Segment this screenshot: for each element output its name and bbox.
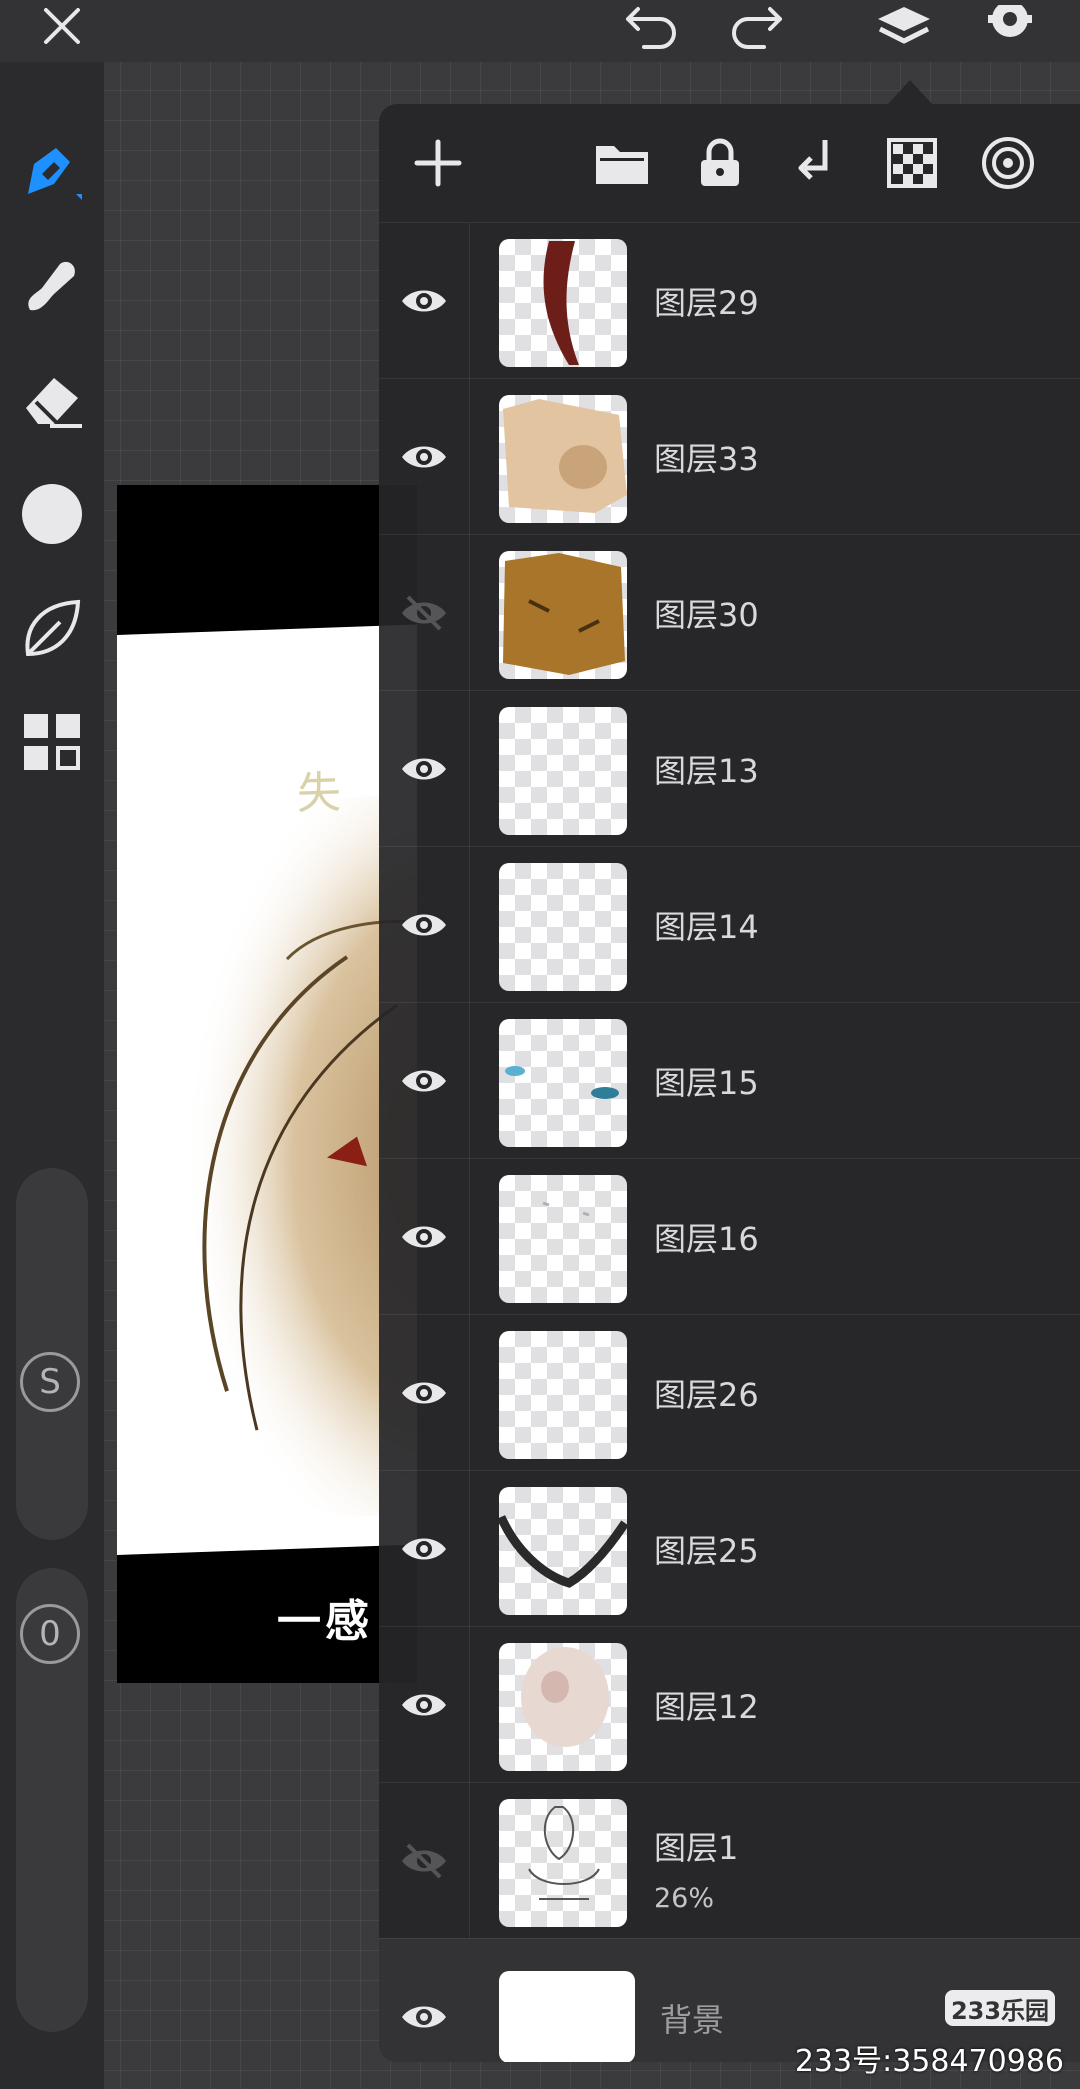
eye-icon[interactable] — [379, 379, 470, 535]
eye-icon[interactable] — [379, 223, 470, 379]
gear-icon[interactable] — [980, 0, 1040, 60]
eraser-icon[interactable] — [20, 368, 84, 432]
lock-icon[interactable] — [687, 130, 753, 196]
layer-thumbnail — [499, 1799, 627, 1927]
eye-icon[interactable] — [379, 847, 470, 1003]
layer-row[interactable]: 图层14 — [379, 846, 1080, 1003]
layer-row[interactable]: 图层30 — [379, 534, 1080, 691]
layer-thumbnail — [499, 1971, 635, 2062]
eye-icon[interactable] — [379, 1627, 470, 1783]
layer-name: 图层26 — [654, 1376, 759, 1414]
layer-name: 图层33 — [654, 440, 759, 478]
layers-panel-pointer — [888, 80, 932, 104]
layer-name: 图层16 — [654, 1220, 759, 1258]
layer-opacity: 26% — [654, 1883, 715, 1914]
layer-name: 背景 — [660, 2001, 725, 2039]
pen-icon[interactable] — [20, 142, 84, 206]
eye-icon[interactable] — [379, 1939, 469, 2062]
layer-thumbnail — [499, 551, 627, 679]
layer-thumbnail — [499, 863, 627, 991]
artwork-paper: 失 — [117, 623, 417, 1555]
smudge-icon[interactable] — [20, 254, 84, 318]
layer-row[interactable]: 图层16 — [379, 1158, 1080, 1315]
eye-hidden-icon[interactable] — [379, 535, 470, 691]
watermark-id: 233号:358470986 — [794, 2044, 1064, 2079]
layer-row[interactable]: 图层13 — [379, 690, 1080, 847]
brush-opacity-badge[interactable]: 0 — [20, 1604, 80, 1664]
layer-name: 图层15 — [654, 1064, 759, 1102]
layer-thumbnail — [499, 1487, 627, 1615]
target-icon[interactable] — [975, 130, 1041, 196]
layer-thumbnail — [499, 1019, 627, 1147]
layer-name: 图层29 — [654, 284, 759, 322]
layer-thumbnail — [499, 395, 627, 523]
layer-name: 图层12 — [654, 1688, 759, 1726]
eye-icon[interactable] — [379, 1471, 470, 1627]
layer-thumbnail — [499, 1643, 627, 1771]
merge-down-icon[interactable] — [783, 130, 849, 196]
brush-size-badge[interactable]: S — [20, 1352, 80, 1412]
layer-name: 图层25 — [654, 1532, 759, 1570]
artwork-canvas[interactable]: 失 一感 — [117, 485, 417, 1683]
close-icon[interactable] — [32, 0, 92, 60]
svg-text:失: 失 — [297, 767, 341, 820]
eye-hidden-icon[interactable] — [379, 1783, 470, 1939]
layer-row[interactable]: 图层33 — [379, 378, 1080, 535]
top-bar — [0, 0, 1080, 62]
layer-row[interactable]: 图层29 — [379, 222, 1080, 379]
layers-icon[interactable] — [874, 0, 934, 60]
layer-thumbnail — [499, 707, 627, 835]
eye-icon[interactable] — [379, 1315, 470, 1471]
layer-thumbnail — [499, 239, 627, 367]
redo-icon[interactable] — [724, 0, 784, 60]
layer-row[interactable]: 图层12 — [379, 1626, 1080, 1783]
artwork-caption: 一感 — [277, 1596, 373, 1647]
artwork-drawing: 失 — [137, 767, 417, 1517]
layer-name: 图层30 — [654, 596, 759, 634]
color-swatch-icon[interactable] — [20, 482, 84, 546]
layers-toolbar — [379, 104, 1080, 222]
layer-name: 图层1 — [654, 1829, 739, 1867]
layer-name: 图层13 — [654, 752, 759, 790]
checker-icon[interactable] — [879, 130, 945, 196]
eye-icon[interactable] — [379, 1003, 470, 1159]
watermark-logo: 233乐园 — [945, 1990, 1055, 2026]
leaf-icon[interactable] — [20, 596, 84, 660]
layer-row[interactable]: 图层15 — [379, 1002, 1080, 1159]
tool-sidebar: S 0 — [0, 62, 104, 2089]
eye-icon[interactable] — [379, 1159, 470, 1315]
undo-icon[interactable] — [624, 0, 684, 60]
layer-name: 图层14 — [654, 908, 759, 946]
layer-row[interactable]: 图层26 — [379, 1314, 1080, 1471]
layer-thumbnail — [499, 1175, 627, 1303]
layers-panel: 图层29 图层33 图层30 图层13 图层14 图层15 图层16 图层26 … — [379, 104, 1080, 2062]
layer-row[interactable]: 图层1 26% — [379, 1782, 1080, 1939]
layer-thumbnail — [499, 1331, 627, 1459]
eye-icon[interactable] — [379, 691, 470, 847]
gallery-grid-icon[interactable] — [20, 710, 84, 774]
plus-icon[interactable] — [405, 130, 471, 196]
layer-row[interactable]: 图层25 — [379, 1470, 1080, 1627]
folder-icon[interactable] — [589, 130, 655, 196]
